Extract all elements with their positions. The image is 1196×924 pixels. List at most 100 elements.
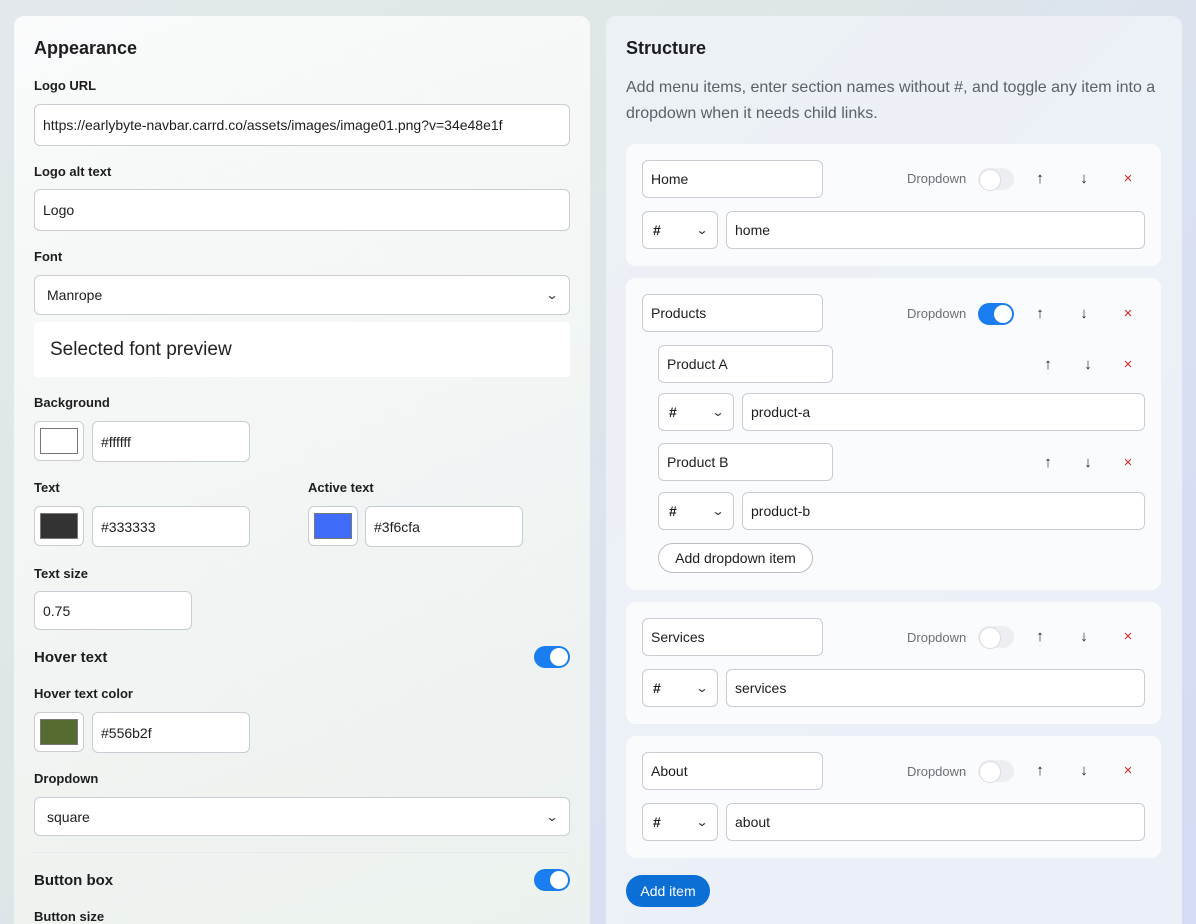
- item-name-input[interactable]: Home: [642, 160, 823, 198]
- chevron-down-icon: ⌄: [545, 288, 559, 302]
- chevron-down-icon: ⌄: [545, 809, 559, 824]
- chevron-down-icon: ⌄: [695, 223, 709, 237]
- logo-alt-input[interactable]: Logo: [34, 189, 570, 231]
- arrow-down-icon[interactable]: ↓: [1080, 356, 1096, 373]
- active-text-swatch: [314, 513, 352, 539]
- chevron-down-icon: ⌄: [711, 504, 725, 518]
- dropdown-toggle[interactable]: [978, 303, 1014, 325]
- dropdown-style-value: square: [47, 808, 90, 825]
- button-box-toggle[interactable]: [534, 869, 570, 891]
- arrow-up-icon[interactable]: ↑: [1032, 170, 1048, 187]
- prefix-value: #: [653, 814, 661, 830]
- button-box-label: Button box: [34, 872, 114, 889]
- font-preview: Selected font preview: [34, 322, 570, 377]
- background-swatch: [40, 428, 78, 454]
- add-dropdown-item-button[interactable]: Add dropdown item: [658, 543, 813, 573]
- dropdown-style-label: Dropdown: [34, 771, 99, 786]
- child-section-input[interactable]: product-a: [742, 393, 1145, 431]
- section-input[interactable]: services: [726, 669, 1145, 707]
- text-color-swatch: [40, 513, 78, 539]
- section-input[interactable]: home: [726, 211, 1145, 249]
- structure-panel: Structure Add menu items, enter section …: [606, 16, 1182, 924]
- chevron-down-icon: ⌄: [711, 405, 725, 419]
- font-select[interactable]: Manrope ⌄: [34, 275, 570, 315]
- structure-description: Add menu items, enter section names with…: [626, 79, 1156, 122]
- dropdown-toggle-label: Dropdown: [907, 171, 967, 186]
- close-icon[interactable]: ×: [1120, 356, 1136, 373]
- dropdown-toggle-label: Dropdown: [907, 630, 967, 645]
- close-icon[interactable]: ×: [1120, 762, 1136, 779]
- menu-item-card: Products Dropdown ↑ ↓ × Product A ↑ ↓ × …: [626, 278, 1161, 590]
- arrow-up-icon[interactable]: ↑: [1040, 356, 1056, 373]
- child-name-input[interactable]: Product B: [658, 443, 833, 481]
- text-size-label: Text size: [34, 566, 88, 581]
- hover-text-toggle[interactable]: [534, 646, 570, 668]
- text-hex-input[interactable]: #333333: [92, 506, 250, 547]
- close-icon[interactable]: ×: [1120, 170, 1136, 187]
- item-name-input[interactable]: Services: [642, 618, 823, 656]
- close-icon[interactable]: ×: [1120, 305, 1136, 322]
- background-color-picker[interactable]: [34, 421, 84, 461]
- logo-url-input[interactable]: https://earlybyte-navbar.carrd.co/assets…: [34, 104, 570, 146]
- logo-alt-label: Logo alt text: [34, 164, 112, 179]
- prefix-select[interactable]: # ⌄: [658, 393, 734, 431]
- close-icon[interactable]: ×: [1120, 454, 1136, 471]
- prefix-value: #: [669, 404, 677, 420]
- background-label: Background: [34, 395, 110, 410]
- appearance-panel: Appearance Logo URL https://earlybyte-na…: [14, 16, 590, 924]
- prefix-select[interactable]: # ⌄: [658, 492, 734, 530]
- text-color-picker[interactable]: [34, 506, 84, 546]
- appearance-title: Appearance: [34, 38, 138, 58]
- close-icon[interactable]: ×: [1120, 628, 1136, 645]
- arrow-up-icon[interactable]: ↑: [1032, 762, 1048, 779]
- hover-text-color-label: Hover text color: [34, 686, 133, 701]
- logo-url-label: Logo URL: [34, 78, 97, 93]
- hover-text-swatch: [40, 719, 78, 745]
- menu-item-card: Home Dropdown ↑ ↓ × # ⌄ home: [626, 144, 1161, 266]
- section-input[interactable]: about: [726, 803, 1145, 841]
- dropdown-toggle[interactable]: [978, 626, 1014, 649]
- prefix-select[interactable]: # ⌄: [642, 803, 718, 841]
- arrow-up-icon[interactable]: ↑: [1032, 628, 1048, 645]
- font-select-value: Manrope: [47, 287, 103, 303]
- dropdown-toggle-label: Dropdown: [907, 306, 967, 321]
- hover-text-hex-input[interactable]: #556b2f: [92, 712, 250, 753]
- structure-title: Structure: [626, 38, 707, 58]
- child-section-input[interactable]: product-b: [742, 492, 1145, 530]
- arrow-down-icon[interactable]: ↓: [1076, 628, 1092, 645]
- dropdown-toggle-label: Dropdown: [907, 764, 967, 779]
- prefix-select[interactable]: # ⌄: [642, 211, 718, 249]
- hover-text-label: Hover text: [34, 649, 108, 666]
- arrow-down-icon[interactable]: ↓: [1076, 305, 1092, 322]
- hover-text-color-picker[interactable]: [34, 712, 84, 752]
- add-item-button[interactable]: Add item: [626, 875, 710, 907]
- dropdown-toggle[interactable]: [978, 168, 1014, 191]
- arrow-down-icon[interactable]: ↓: [1076, 170, 1092, 187]
- text-size-input[interactable]: 0.75: [34, 591, 192, 630]
- prefix-value: #: [653, 222, 661, 238]
- arrow-down-icon[interactable]: ↓: [1076, 762, 1092, 779]
- chevron-down-icon: ⌄: [695, 815, 709, 829]
- active-text-hex-input[interactable]: #3f6cfa: [365, 506, 523, 547]
- menu-item-card: About Dropdown ↑ ↓ × # ⌄ about: [626, 736, 1161, 858]
- prefix-select[interactable]: # ⌄: [642, 669, 718, 707]
- active-text-label: Active text: [308, 480, 374, 495]
- prefix-value: #: [669, 503, 677, 519]
- arrow-down-icon[interactable]: ↓: [1080, 454, 1096, 471]
- child-name-input[interactable]: Product A: [658, 345, 833, 383]
- dropdown-style-select[interactable]: square ⌄: [34, 797, 570, 836]
- menu-item-card: Services Dropdown ↑ ↓ × # ⌄ services: [626, 602, 1161, 724]
- prefix-value: #: [653, 680, 661, 696]
- item-name-input[interactable]: About: [642, 752, 823, 790]
- item-name-input[interactable]: Products: [642, 294, 823, 332]
- active-text-color-picker[interactable]: [308, 506, 358, 546]
- button-size-label: Button size: [34, 909, 105, 924]
- text-color-label: Text: [34, 480, 60, 495]
- chevron-down-icon: ⌄: [695, 681, 709, 695]
- dropdown-toggle[interactable]: [978, 760, 1014, 783]
- divider: [34, 852, 570, 853]
- arrow-up-icon[interactable]: ↑: [1032, 305, 1048, 322]
- background-hex-input[interactable]: #ffffff: [92, 421, 250, 462]
- font-label: Font: [34, 249, 63, 264]
- arrow-up-icon[interactable]: ↑: [1040, 454, 1056, 471]
